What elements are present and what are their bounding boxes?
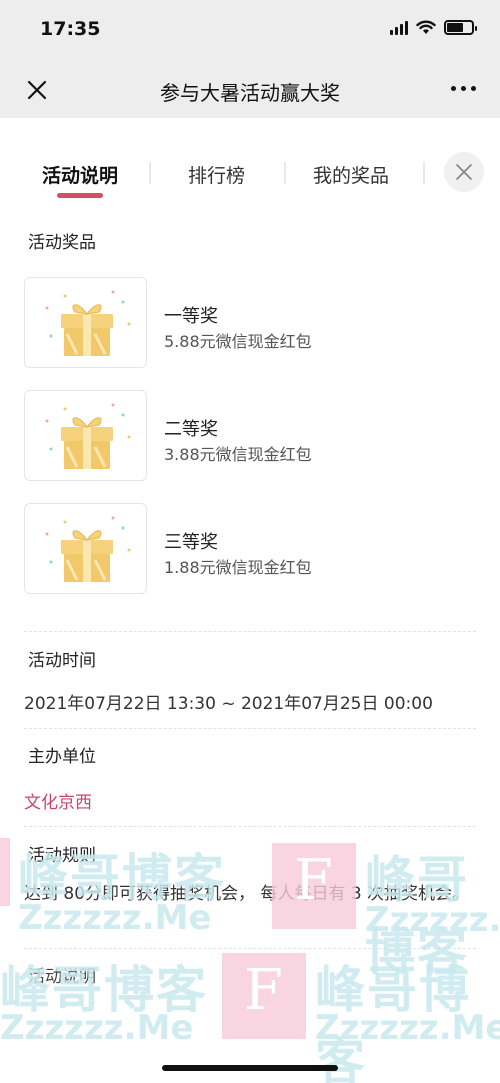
section-divider bbox=[24, 948, 476, 949]
gift-box-icon bbox=[45, 403, 131, 469]
gift-box-icon bbox=[45, 290, 131, 356]
organizer-name: 文化京西 bbox=[24, 793, 92, 813]
prize-description: 3.88元微信现金红包 bbox=[164, 445, 312, 464]
page-title: 参与大暑活动赢大奖 bbox=[160, 81, 340, 105]
prize-image-card bbox=[24, 503, 147, 594]
battery-icon bbox=[444, 20, 477, 35]
nav-bar: 参与大暑活动赢大奖 bbox=[0, 62, 500, 118]
rules-heading: 活动规则 bbox=[24, 841, 102, 872]
prize-image-card bbox=[24, 390, 147, 481]
time-heading: 活动时间 bbox=[24, 646, 102, 677]
home-indicator bbox=[162, 1065, 338, 1071]
active-tab-indicator bbox=[57, 193, 103, 198]
prize-description: 5.88元微信现金红包 bbox=[164, 332, 312, 351]
section-divider bbox=[24, 631, 476, 632]
prize-name: 二等奖 bbox=[164, 419, 218, 440]
status-time: 17:35 bbox=[40, 18, 101, 40]
prize-name: 三等奖 bbox=[164, 532, 218, 553]
more-icon[interactable] bbox=[451, 86, 476, 91]
organizer-heading: 主办单位 bbox=[24, 742, 102, 773]
rules-text: 达到 80分即可获得抽奖机会， 每人每日有 3 次抽奖机会。 bbox=[24, 884, 470, 904]
tab-separator bbox=[284, 162, 286, 184]
description-heading: 活动说明 bbox=[24, 962, 102, 993]
prize-image-card bbox=[24, 277, 147, 368]
status-bar: 17:35 bbox=[0, 0, 500, 62]
prize-description: 1.88元微信现金红包 bbox=[164, 558, 312, 577]
event-time: 2021年07月22日 13:30 ~ 2021年07月25日 00:00 bbox=[24, 694, 433, 714]
gift-box-icon bbox=[45, 516, 131, 582]
close-icon bbox=[456, 164, 472, 180]
tab-my-prizes[interactable]: 我的奖品 bbox=[313, 161, 389, 188]
tab-separator bbox=[149, 162, 151, 184]
tab-description[interactable]: 活动说明 bbox=[42, 161, 118, 188]
wifi-icon bbox=[416, 20, 436, 34]
cellular-signal-icon bbox=[390, 20, 408, 35]
tab-separator bbox=[423, 162, 425, 184]
tab-close-button[interactable] bbox=[444, 152, 484, 192]
prizes-heading: 活动奖品 bbox=[24, 228, 102, 259]
tab-leaderboard[interactable]: 排行榜 bbox=[188, 161, 245, 188]
section-divider bbox=[24, 826, 476, 827]
section-divider bbox=[24, 728, 476, 729]
status-icons bbox=[390, 20, 477, 35]
prize-name: 一等奖 bbox=[164, 306, 218, 327]
